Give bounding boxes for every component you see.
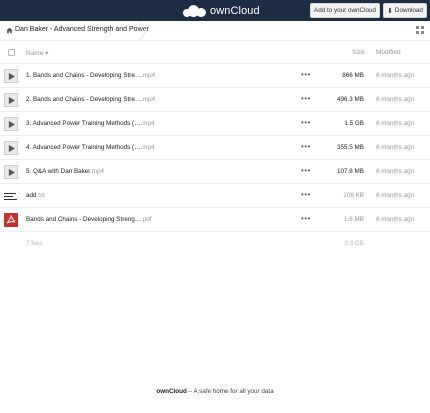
pdf-icon [4,213,18,227]
file-name[interactable]: 1. Bands and Chains - Developing Stre….m… [26,72,155,79]
file-row[interactable]: 5. Q&A with Dan Baker.mp4 ••• 107.8 MB 6… [0,160,430,184]
file-size: 1.6 MB [344,216,364,223]
file-actions-menu-icon[interactable]: ••• [301,214,311,223]
file-name[interactable]: add.txt [26,192,45,199]
file-actions-menu-icon[interactable]: ••• [301,94,311,103]
download-icon: ⬇ [387,7,393,15]
file-summary: 7 files 3.3 GB [0,234,430,254]
file-modified: 6 months ago [376,168,415,175]
file-modified: 6 months ago [376,72,415,79]
file-size: 1.5 GB [344,120,364,127]
select-all-checkbox[interactable] [8,49,15,56]
sort-arrow-icon: ▾ [45,50,49,57]
file-modified: 6 months ago [376,216,415,223]
breadcrumb: Dan Baker - Advanced Strength and Power [0,21,430,41]
logo-text: ownCloud [210,4,260,17]
column-header-modified[interactable]: Modified [376,49,401,56]
file-name[interactable]: 5. Q&A with Dan Baker.mp4 [26,168,104,175]
video-icon [4,69,18,83]
video-icon [4,141,18,155]
top-bar: ownCloud Add to your ownCloud ⬇ Download [0,0,430,21]
file-name[interactable]: 4. Advanced Power Training Methods (….mp… [26,144,154,151]
file-row[interactable]: 2. Bands and Chains - Developing Stre….m… [0,88,430,112]
cloud-icon [183,4,207,18]
file-name[interactable]: Bands and Chains - Developing Streng….pd… [26,216,152,223]
file-modified: 6 months ago [376,144,415,151]
file-name[interactable]: 3. Advanced Power Training Methods (….mp… [26,120,154,127]
owncloud-logo[interactable]: ownCloud [183,3,260,18]
file-modified: 6 months ago [376,192,415,199]
summary-file-count: 7 files [26,240,43,247]
file-row[interactable]: Bands and Chains - Developing Streng….pd… [0,208,430,232]
download-button[interactable]: ⬇ Download [383,3,427,18]
text-file-icon [4,189,18,203]
summary-total-size: 3.3 GB [344,240,364,247]
file-modified: 6 months ago [376,120,415,127]
file-actions-menu-icon[interactable]: ••• [301,190,311,199]
file-row[interactable]: add.txt ••• 206 KB 6 months ago [0,184,430,208]
footer: ownCloud – A safe home for all your data [0,388,430,395]
footer-tagline: – A safe home for all your data [186,388,274,395]
file-row[interactable]: 4. Advanced Power Training Methods (….mp… [0,136,430,160]
home-icon[interactable] [6,27,13,34]
file-name[interactable]: 2. Bands and Chains - Developing Stre….m… [26,96,155,103]
video-icon [4,93,18,107]
file-actions-menu-icon[interactable]: ••• [301,118,311,127]
breadcrumb-separator-icon [139,22,147,40]
file-modified: 6 months ago [376,96,415,103]
file-size: 866 MB [342,72,364,79]
grid-view-icon[interactable] [416,26,424,34]
file-row[interactable]: 3. Advanced Power Training Methods (….mp… [0,112,430,136]
video-icon [4,165,18,179]
file-actions-menu-icon[interactable]: ••• [301,142,311,151]
file-size: 107.8 MB [337,168,364,175]
file-size: 496.3 MB [337,96,364,103]
footer-brand-link[interactable]: ownCloud [156,388,186,395]
add-to-owncloud-button[interactable]: Add to your ownCloud [310,3,380,18]
file-size: 206 KB [343,192,364,199]
file-size: 355.5 MB [337,144,364,151]
column-header-size[interactable]: Size [352,49,365,56]
breadcrumb-folder[interactable]: Dan Baker - Advanced Strength and Power [15,26,149,33]
file-row[interactable]: 1. Bands and Chains - Developing Stre….m… [0,64,430,88]
download-label: Download [394,7,423,14]
file-actions-menu-icon[interactable]: ••• [301,166,311,175]
video-icon [4,117,18,131]
table-header: Name ▾ Size Modified [0,42,430,64]
column-header-name[interactable]: Name ▾ [26,49,48,57]
file-actions-menu-icon[interactable]: ••• [301,70,311,79]
